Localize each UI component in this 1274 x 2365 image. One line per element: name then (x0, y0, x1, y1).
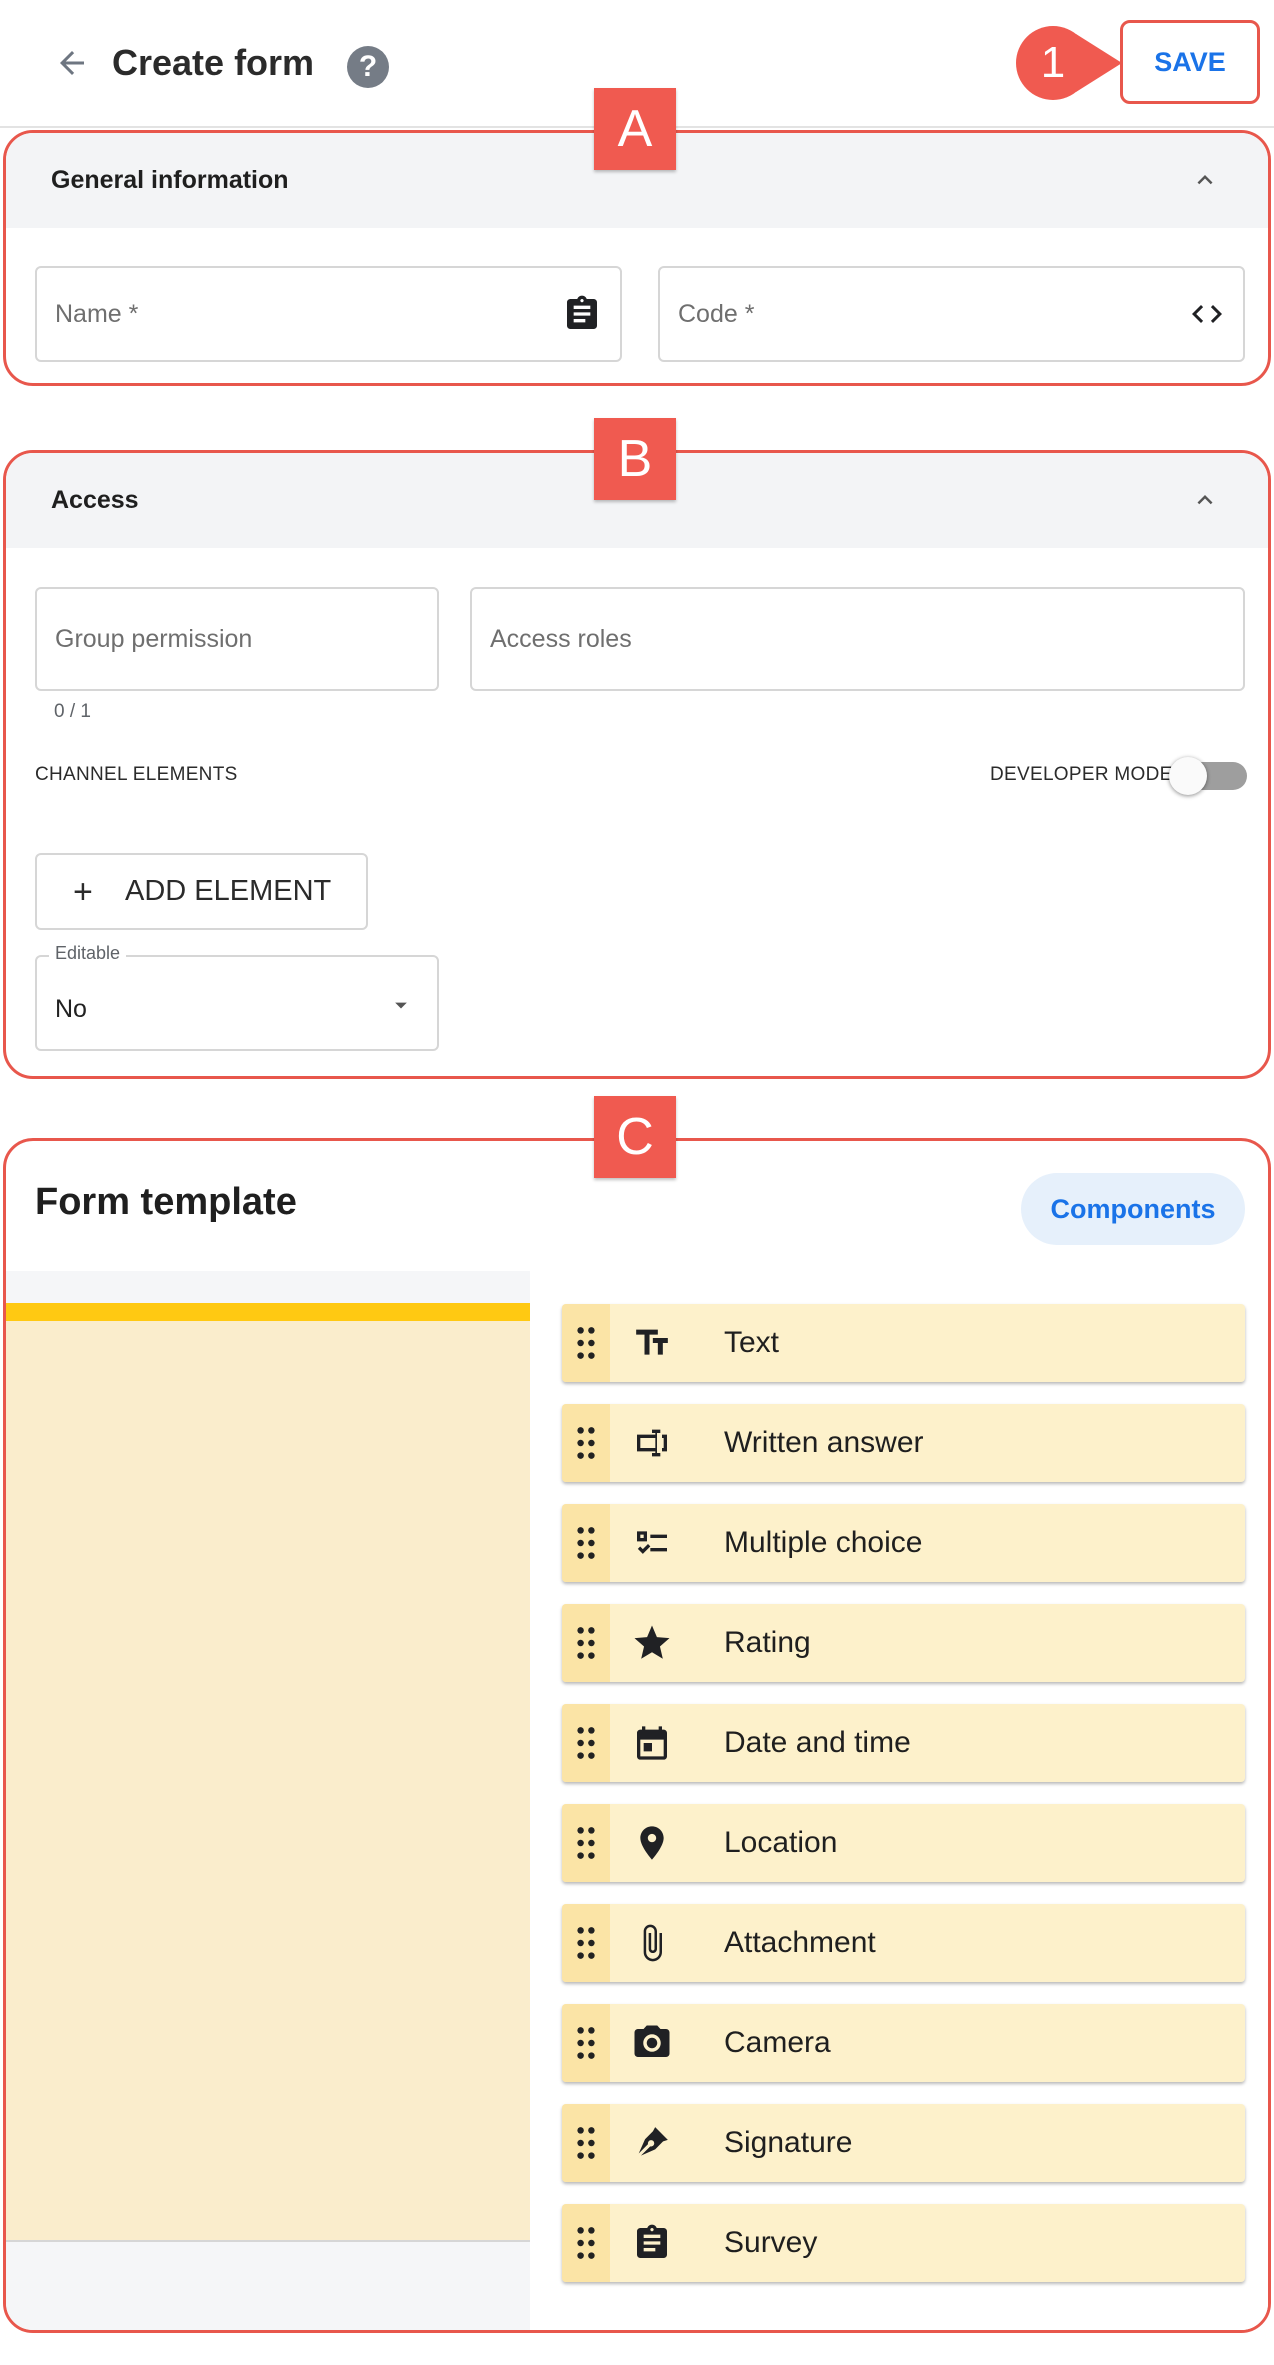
component-rating[interactable]: Rating (562, 1604, 1245, 1682)
page-title: Create form (112, 42, 315, 83)
plus-icon: + (73, 872, 93, 911)
name-input[interactable]: Name * (35, 266, 622, 362)
code-input[interactable]: Code * (658, 266, 1245, 362)
component-location[interactable]: Location (562, 1804, 1245, 1882)
canvas-divider (6, 2240, 530, 2242)
chevron-up-icon[interactable] (1188, 483, 1222, 517)
text-format-icon (630, 1321, 674, 1365)
components-button[interactable]: Components (1021, 1173, 1245, 1245)
components-list: Text Written answer Multiple choice Rati… (562, 1304, 1245, 2304)
component-label: Date and time (724, 1726, 911, 1759)
drag-handle-icon[interactable] (562, 1804, 610, 1882)
access-roles-placeholder: Access roles (490, 624, 632, 653)
drag-handle-icon[interactable] (562, 1304, 610, 1382)
camera-icon (630, 2021, 674, 2065)
group-permission-counter: 0 / 1 (54, 701, 91, 722)
location-pin-icon (630, 1821, 674, 1865)
drop-indicator-bar (6, 1303, 530, 1321)
component-label: Rating (724, 1626, 811, 1659)
component-label: Multiple choice (724, 1526, 923, 1559)
component-label: Location (724, 1826, 838, 1859)
group-permission-placeholder: Group permission (55, 624, 253, 653)
checklist-icon (630, 1521, 674, 1565)
editable-select[interactable]: Editable No (35, 943, 439, 1051)
clipboard-icon (562, 268, 602, 360)
drag-handle-icon[interactable] (562, 1504, 610, 1582)
drag-handle-icon[interactable] (562, 2004, 610, 2082)
text-field-icon (630, 1421, 674, 1465)
annotation-tag-c: C (594, 1096, 676, 1178)
star-icon (630, 1621, 674, 1665)
component-label: Camera (724, 2026, 831, 2059)
component-label: Survey (724, 2226, 818, 2259)
component-camera[interactable]: Camera (562, 2004, 1245, 2082)
arrow-left-icon (54, 45, 90, 86)
component-label: Written answer (724, 1426, 924, 1459)
component-label: Text (724, 1326, 780, 1359)
drag-handle-icon[interactable] (562, 1704, 610, 1782)
annotation-tag-a: A (594, 88, 676, 170)
pen-nib-icon (630, 2121, 674, 2165)
component-survey[interactable]: Survey (562, 2204, 1245, 2282)
step-callout-number: 1 (1040, 38, 1066, 87)
access-roles-input[interactable]: Access roles (470, 587, 1245, 691)
drag-handle-icon[interactable] (562, 1904, 610, 1982)
access-title: Access (51, 486, 139, 514)
editable-select-value: No (55, 995, 87, 1023)
drag-handle-icon[interactable] (562, 1404, 610, 1482)
component-label: Signature (724, 2126, 853, 2159)
paperclip-icon (630, 1921, 674, 1965)
calendar-icon (630, 1721, 674, 1765)
annotation-tag-b: B (594, 418, 676, 500)
help-circle-icon[interactable]: ? (347, 46, 389, 88)
component-date-and-time[interactable]: Date and time (562, 1704, 1245, 1782)
back-button[interactable] (44, 40, 100, 90)
component-multiple-choice[interactable]: Multiple choice (562, 1504, 1245, 1582)
code-brackets-icon (1189, 268, 1225, 360)
editable-select-label: Editable (49, 943, 127, 964)
component-text[interactable]: Text (562, 1304, 1245, 1382)
save-button[interactable]: SAVE (1120, 20, 1260, 104)
component-written-answer[interactable]: Written answer (562, 1404, 1245, 1482)
developer-mode-toggle[interactable] (1169, 754, 1249, 798)
developer-mode-label: DEVELOPER MODE (990, 764, 1173, 785)
general-information-title: General information (51, 166, 289, 194)
survey-clipboard-icon (630, 2221, 674, 2265)
group-permission-input[interactable]: Group permission (35, 587, 439, 691)
access-section: Access Group permission 0 / 1 Access rol… (3, 450, 1271, 1079)
form-drop-zone[interactable] (6, 1303, 530, 2241)
drag-handle-icon[interactable] (562, 2204, 610, 2282)
name-placeholder: Name * (55, 299, 139, 328)
chevron-up-icon[interactable] (1188, 163, 1222, 197)
form-template-title: Form template (35, 1181, 297, 1223)
code-placeholder: Code * (678, 299, 755, 328)
dropdown-arrow-icon (387, 991, 415, 1024)
form-template-section: Form template Components Text Written an… (3, 1138, 1271, 2333)
drag-handle-icon[interactable] (562, 1604, 610, 1682)
toggle-thumb (1169, 757, 1207, 795)
component-label: Attachment (724, 1926, 876, 1959)
add-element-label: ADD ELEMENT (125, 875, 332, 907)
component-signature[interactable]: Signature (562, 2104, 1245, 2182)
help-symbol: ? (358, 50, 378, 83)
component-attachment[interactable]: Attachment (562, 1904, 1245, 1982)
channel-elements-label: CHANNEL ELEMENTS (35, 764, 238, 785)
drag-handle-icon[interactable] (562, 2104, 610, 2182)
add-element-button[interactable]: + ADD ELEMENT (35, 853, 368, 930)
